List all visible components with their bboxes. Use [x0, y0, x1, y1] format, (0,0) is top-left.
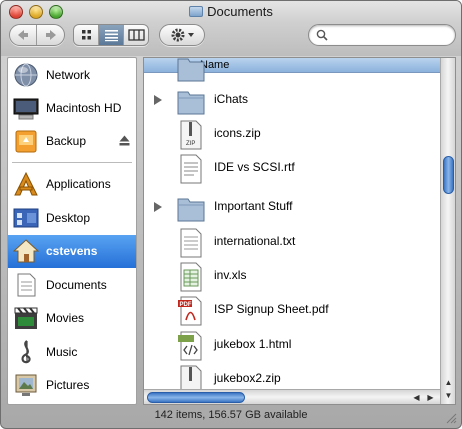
status-bar: 142 items, 156.57 GB available: [154, 409, 308, 421]
desktop-icon: [13, 208, 39, 228]
window-title-text: Documents: [207, 4, 273, 19]
svg-text:ZIP: ZIP: [186, 141, 195, 147]
back-arrow-icon: [18, 30, 28, 40]
column-view-icon: [128, 29, 145, 41]
file-name: jukebox 1.html: [214, 337, 292, 351]
spreadsheet-icon: [180, 262, 202, 292]
sidebar-item-desktop[interactable]: Desktop: [8, 202, 136, 235]
folder-icon: [189, 6, 204, 17]
zip-file-icon: ZIP: [180, 120, 202, 150]
pdf-document-icon: PDF: [178, 296, 202, 326]
eject-icon[interactable]: [119, 135, 130, 146]
sidebar-item-applications[interactable]: Applications: [8, 168, 136, 201]
column-view-button[interactable]: [124, 25, 149, 45]
resize-grip-icon[interactable]: [445, 412, 457, 424]
sidebar-item-macintosh-hd[interactable]: Macintosh HD: [8, 92, 136, 125]
scroll-right-button[interactable]: ▶: [424, 391, 437, 404]
folder-icon: [177, 198, 205, 222]
list-item[interactable]: [144, 58, 440, 85]
search-icon: [316, 29, 328, 41]
forward-arrow-icon: [45, 30, 56, 40]
applications-icon: [14, 171, 38, 196]
icon-view-icon: [82, 30, 91, 40]
scroll-left-button[interactable]: ◀: [410, 391, 423, 404]
finder-window: Documents Network Macintosh HD Backup Ap…: [0, 0, 462, 429]
icon-view-button[interactable]: [74, 25, 99, 45]
folder-icon: [177, 91, 205, 115]
sidebar-item-label: Desktop: [46, 211, 91, 225]
sidebar-item-cstevens[interactable]: cstevens: [8, 235, 136, 268]
svg-text:PDF: PDF: [180, 302, 192, 308]
back-forward-control: [9, 24, 65, 46]
file-name: IDE vs SCSI.rtf: [214, 160, 295, 174]
file-name: ISP Signup Sheet.pdf: [214, 302, 329, 316]
window-title: Documents: [1, 4, 461, 19]
sidebar-item-label: Macintosh HD: [46, 101, 122, 115]
file-name: international.txt: [214, 234, 296, 248]
sidebar-item-label: Network: [46, 68, 91, 82]
list-item[interactable]: inv.xls: [144, 259, 440, 294]
file-list: Name iChats ZIP icons.zip IDE vs SCSI.rt…: [143, 57, 456, 405]
file-name: jukebox2.zip: [214, 371, 281, 385]
hard-drive-icon: [13, 98, 39, 120]
sidebar-item-label: Documents: [46, 278, 107, 292]
rtf-document-icon: [180, 154, 202, 184]
sidebar-item-label: Pictures: [46, 378, 90, 392]
list-view-button[interactable]: [99, 25, 124, 45]
list-view-icon: [105, 30, 118, 42]
html-document-icon: [178, 331, 202, 361]
file-name: inv.xls: [214, 268, 247, 282]
sidebar-divider: [12, 162, 132, 163]
external-drive-icon: [15, 130, 37, 153]
sidebar-item-movies[interactable]: Movies: [8, 302, 136, 335]
sidebar-item-music[interactable]: Music: [8, 336, 136, 369]
documents-icon: [17, 273, 36, 297]
horizontal-scrollbar[interactable]: ◀ ▶: [144, 389, 440, 404]
horizontal-scroll-thumb[interactable]: [147, 392, 245, 403]
sidebar-item-label: Music: [46, 345, 78, 359]
list-item[interactable]: iChats: [144, 83, 440, 118]
text-document-icon: [180, 228, 202, 258]
sidebar-item-documents[interactable]: Documents: [8, 269, 136, 302]
list-item[interactable]: ZIP icons.zip: [144, 117, 440, 152]
pictures-icon: [15, 374, 37, 396]
sidebar-item-backup[interactable]: Backup: [8, 125, 136, 158]
list-item[interactable]: Important Stuff: [144, 190, 440, 225]
sidebar-item-pictures[interactable]: Pictures: [8, 369, 136, 402]
file-name: iChats: [214, 92, 249, 106]
scroll-down-button[interactable]: ▼: [442, 389, 455, 402]
sidebar-item-network[interactable]: Network: [8, 59, 136, 92]
forward-button[interactable]: [37, 25, 64, 45]
list-item[interactable]: international.txt: [144, 225, 440, 260]
sidebar-item-label: Applications: [46, 177, 111, 191]
vertical-scroll-thumb[interactable]: [443, 156, 454, 194]
music-icon: [21, 340, 31, 364]
movies-icon: [14, 307, 38, 329]
network-globe-icon: [14, 63, 38, 87]
action-menu-button[interactable]: [159, 24, 205, 46]
toolbar: Documents: [1, 1, 461, 56]
home-icon: [13, 239, 39, 263]
search-field[interactable]: [308, 24, 456, 46]
sidebar-item-label: cstevens: [46, 244, 98, 258]
gear-icon: [171, 28, 194, 42]
list-item[interactable]: PDF ISP Signup Sheet.pdf: [144, 293, 440, 328]
scroll-up-button[interactable]: ▲: [442, 376, 455, 389]
vertical-scrollbar[interactable]: ▲ ▼: [440, 58, 455, 404]
sidebar: Network Macintosh HD Backup Applications…: [7, 57, 137, 405]
file-name: Important Stuff: [214, 199, 293, 213]
file-name: icons.zip: [214, 126, 261, 140]
folder-icon: [177, 58, 205, 82]
disclosure-triangle-icon[interactable]: [154, 95, 162, 105]
list-item[interactable]: IDE vs SCSI.rtf: [144, 151, 440, 186]
sidebar-item-label: Movies: [46, 311, 85, 325]
sidebar-item-label: Backup: [46, 134, 87, 148]
list-item[interactable]: jukebox 1.html: [144, 328, 440, 363]
disclosure-triangle-icon[interactable]: [154, 202, 162, 212]
back-button[interactable]: [10, 25, 37, 45]
view-mode-control: [73, 24, 149, 46]
search-input[interactable]: [331, 27, 449, 43]
